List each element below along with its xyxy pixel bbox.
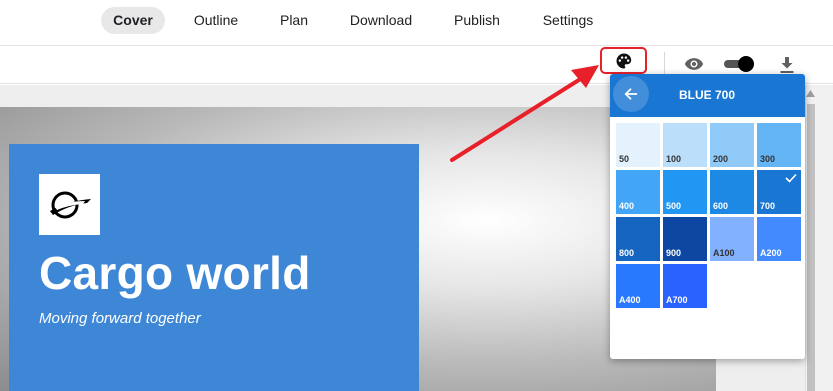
preview-button[interactable]	[683, 54, 705, 74]
color-picker-title: BLUE 700	[678, 88, 736, 102]
toggle-knob	[738, 56, 754, 72]
swatch-label: 500	[666, 201, 682, 211]
view-toggle-switch[interactable]	[724, 56, 754, 72]
tab-publish[interactable]: Publish	[446, 7, 508, 34]
cover-subtitle[interactable]: Moving forward together	[39, 310, 201, 327]
palette-icon	[616, 53, 631, 68]
download-button[interactable]	[776, 54, 798, 76]
color-swatch-100[interactable]: 100	[663, 123, 707, 167]
color-picker-header: BLUE 700	[610, 74, 805, 117]
swatch-label: A700	[666, 295, 688, 305]
swatch-label: 300	[760, 154, 776, 164]
swatch-label: 50	[619, 154, 630, 164]
color-swatch-a700[interactable]: A700	[663, 264, 707, 308]
swatch-label: 100	[666, 154, 682, 164]
tab-cover[interactable]: Cover	[101, 7, 165, 34]
color-swatch-600[interactable]: 600	[710, 170, 754, 214]
color-picker-popup: BLUE 700 50 100 200 300 400 500 600 700 800 900 A1…	[610, 74, 805, 359]
swatch-label: A100	[713, 248, 735, 258]
checkmark-icon	[785, 173, 797, 183]
color-swatch-200[interactable]: 200	[710, 123, 754, 167]
swatch-label: 600	[713, 201, 729, 211]
color-swatch-400[interactable]: 400	[616, 170, 660, 214]
swatch-label: 700	[760, 201, 776, 211]
tab-plan[interactable]: Plan	[269, 7, 319, 34]
color-swatch-900[interactable]: 900	[663, 217, 707, 261]
back-button[interactable]	[613, 76, 649, 112]
color-swatch-500[interactable]: 500	[663, 170, 707, 214]
swatch-label: 200	[713, 154, 729, 164]
swatch-label: 400	[619, 201, 635, 211]
scroll-up-arrow-icon[interactable]	[805, 89, 816, 99]
download-icon	[780, 57, 794, 73]
eye-icon	[684, 58, 704, 70]
tab-outline[interactable]: Outline	[183, 7, 249, 34]
swatch-label: A200	[760, 248, 782, 258]
color-palette-button[interactable]	[600, 47, 647, 74]
color-swatch-800[interactable]: 800	[616, 217, 660, 261]
color-swatch-a100[interactable]: A100	[710, 217, 754, 261]
swatch-label: 900	[666, 248, 682, 258]
tab-settings[interactable]: Settings	[533, 7, 603, 34]
tab-download[interactable]: Download	[341, 7, 421, 34]
top-nav-bar: Cover Outline Plan Download Publish Sett…	[0, 0, 833, 46]
scrollbar-thumb[interactable]	[807, 104, 815, 391]
arrow-left-icon	[624, 88, 638, 100]
swatch-label: A400	[619, 295, 641, 305]
company-logo[interactable]	[39, 174, 100, 235]
color-swatch-a200[interactable]: A200	[757, 217, 801, 261]
color-swatch-a400[interactable]: A400	[616, 264, 660, 308]
airplane-globe-logo	[49, 191, 91, 218]
color-swatch-300[interactable]: 300	[757, 123, 801, 167]
cover-title[interactable]: Cargo world	[39, 246, 311, 300]
toolbar-divider	[664, 52, 665, 76]
swatch-label: 800	[619, 248, 635, 258]
color-swatch-700[interactable]: 700	[757, 170, 801, 214]
color-swatch-50[interactable]: 50	[616, 123, 660, 167]
